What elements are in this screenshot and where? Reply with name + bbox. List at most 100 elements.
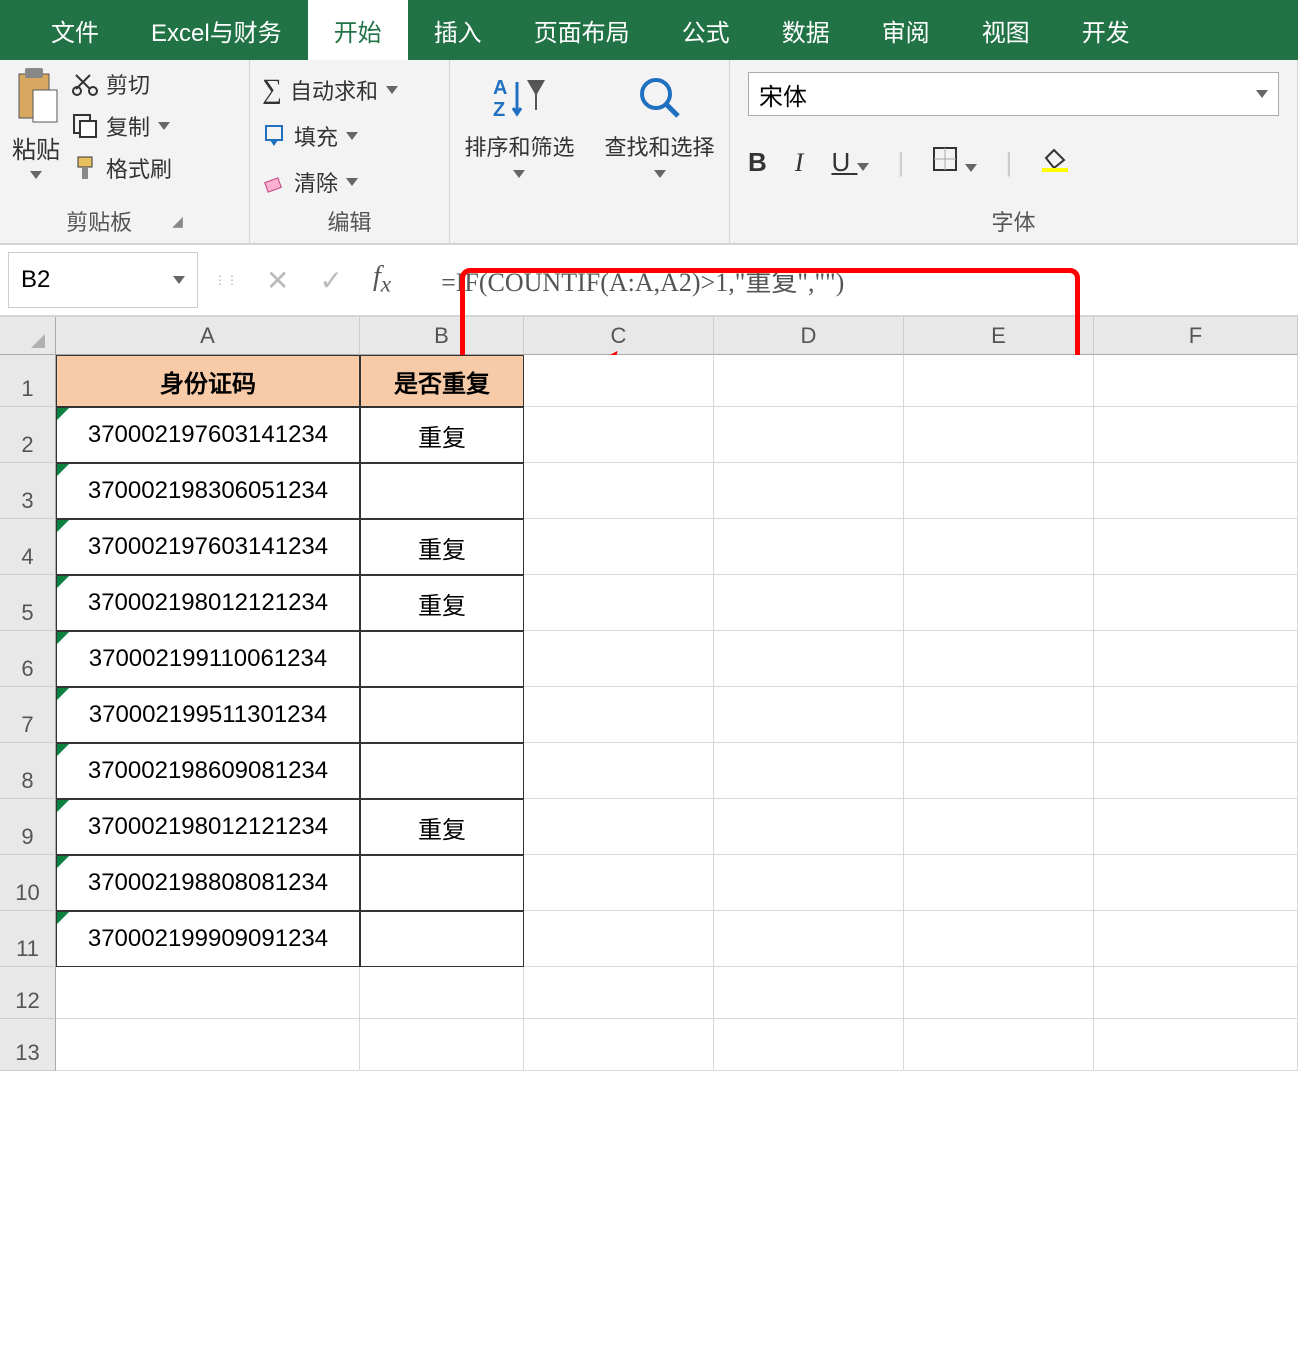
row-header-8[interactable]: 8 [0, 743, 56, 799]
cell-B1[interactable]: 是否重复 [360, 355, 524, 407]
cell-D1[interactable] [714, 355, 904, 407]
cell-C4[interactable] [524, 519, 714, 575]
cell-D13[interactable] [714, 1019, 904, 1071]
col-header-f[interactable]: F [1094, 317, 1298, 355]
tab-insert[interactable]: 插入 [408, 0, 508, 60]
cell-A9[interactable]: 370002198012121234 [56, 799, 360, 855]
row-header-9[interactable]: 9 [0, 799, 56, 855]
cell-B5[interactable]: 重复 [360, 575, 524, 631]
cell-B3[interactable] [360, 463, 524, 519]
fill-color-button[interactable] [1040, 146, 1070, 179]
cell-B6[interactable] [360, 631, 524, 687]
cell-F6[interactable] [1094, 631, 1298, 687]
bold-button[interactable]: B [748, 147, 767, 178]
cell-C11[interactable] [524, 911, 714, 967]
row-header-5[interactable]: 5 [0, 575, 56, 631]
paste-button[interactable]: 粘贴 [12, 68, 60, 184]
row-header-6[interactable]: 6 [0, 631, 56, 687]
cell-E7[interactable] [904, 687, 1094, 743]
clear-button[interactable]: 清除 [262, 166, 437, 198]
cell-A8[interactable]: 370002198609081234 [56, 743, 360, 799]
cell-F1[interactable] [1094, 355, 1298, 407]
font-name-select[interactable]: 宋体 [748, 72, 1279, 116]
formula-input[interactable]: =IF(COUNTIF(A:A,A2)>1,"重复","") [411, 262, 1298, 299]
cell-A2[interactable]: 370002197603141234 [56, 407, 360, 463]
cell-A4[interactable]: 370002197603141234 [56, 519, 360, 575]
cell-E3[interactable] [904, 463, 1094, 519]
cell-D4[interactable] [714, 519, 904, 575]
cell-D6[interactable] [714, 631, 904, 687]
fill-button[interactable]: 填充 [262, 120, 437, 152]
fx-icon[interactable]: fx [373, 261, 391, 299]
cell-E8[interactable] [904, 743, 1094, 799]
cell-B8[interactable] [360, 743, 524, 799]
underline-button[interactable]: U [831, 147, 869, 178]
col-header-b[interactable]: B [360, 317, 524, 355]
cell-E12[interactable] [904, 967, 1094, 1019]
italic-button[interactable]: I [795, 148, 804, 178]
cells-area[interactable]: 身份证码是否重复370002197603141234重复370002198306… [56, 355, 1298, 1355]
cell-D7[interactable] [714, 687, 904, 743]
cell-B4[interactable]: 重复 [360, 519, 524, 575]
col-header-e[interactable]: E [904, 317, 1094, 355]
cell-F10[interactable] [1094, 855, 1298, 911]
cell-B11[interactable] [360, 911, 524, 967]
tab-excel-finance[interactable]: Excel与财务 [125, 0, 308, 60]
row-header-2[interactable]: 2 [0, 407, 56, 463]
dialog-launcher-icon[interactable]: ◢ [172, 213, 183, 230]
cell-E2[interactable] [904, 407, 1094, 463]
cell-C1[interactable] [524, 355, 714, 407]
cell-A13[interactable] [56, 1019, 360, 1071]
cell-D12[interactable] [714, 967, 904, 1019]
row-header-10[interactable]: 10 [0, 855, 56, 911]
tab-data[interactable]: 数据 [756, 0, 856, 60]
tab-developer[interactable]: 开发 [1056, 0, 1156, 60]
cell-C6[interactable] [524, 631, 714, 687]
cell-F12[interactable] [1094, 967, 1298, 1019]
cell-A11[interactable]: 370002199909091234 [56, 911, 360, 967]
row-header-7[interactable]: 7 [0, 687, 56, 743]
autosum-button[interactable]: ∑ 自动求和 [262, 74, 437, 106]
cell-F3[interactable] [1094, 463, 1298, 519]
col-header-c[interactable]: C [524, 317, 714, 355]
cell-F8[interactable] [1094, 743, 1298, 799]
cell-C12[interactable] [524, 967, 714, 1019]
row-header-13[interactable]: 13 [0, 1019, 56, 1071]
cell-C9[interactable] [524, 799, 714, 855]
tab-review[interactable]: 审阅 [856, 0, 956, 60]
cell-E6[interactable] [904, 631, 1094, 687]
cell-E9[interactable] [904, 799, 1094, 855]
cell-C13[interactable] [524, 1019, 714, 1071]
cell-A5[interactable]: 370002198012121234 [56, 575, 360, 631]
row-header-4[interactable]: 4 [0, 519, 56, 575]
cell-F2[interactable] [1094, 407, 1298, 463]
name-box[interactable]: B2 [8, 252, 198, 308]
tab-view[interactable]: 视图 [956, 0, 1056, 60]
cell-B10[interactable] [360, 855, 524, 911]
row-header-11[interactable]: 11 [0, 911, 56, 967]
cell-A6[interactable]: 370002199110061234 [56, 631, 360, 687]
sort-filter-button[interactable]: AZ 排序和筛选 [464, 74, 574, 231]
cell-D8[interactable] [714, 743, 904, 799]
row-header-1[interactable]: 1 [0, 355, 56, 407]
cell-F13[interactable] [1094, 1019, 1298, 1071]
cell-D2[interactable] [714, 407, 904, 463]
cell-B7[interactable] [360, 687, 524, 743]
tab-start[interactable]: 开始 [308, 0, 408, 60]
cell-E5[interactable] [904, 575, 1094, 631]
cell-D11[interactable] [714, 911, 904, 967]
cell-C7[interactable] [524, 687, 714, 743]
col-header-d[interactable]: D [714, 317, 904, 355]
copy-button[interactable]: 复制 [72, 110, 172, 142]
cell-E4[interactable] [904, 519, 1094, 575]
cell-C10[interactable] [524, 855, 714, 911]
cell-B2[interactable]: 重复 [360, 407, 524, 463]
cell-C8[interactable] [524, 743, 714, 799]
cell-D9[interactable] [714, 799, 904, 855]
cell-F7[interactable] [1094, 687, 1298, 743]
cell-B9[interactable]: 重复 [360, 799, 524, 855]
tab-file[interactable]: 文件 [25, 0, 125, 60]
find-select-button[interactable]: 查找和选择 [605, 74, 715, 231]
cell-D3[interactable] [714, 463, 904, 519]
cell-E11[interactable] [904, 911, 1094, 967]
